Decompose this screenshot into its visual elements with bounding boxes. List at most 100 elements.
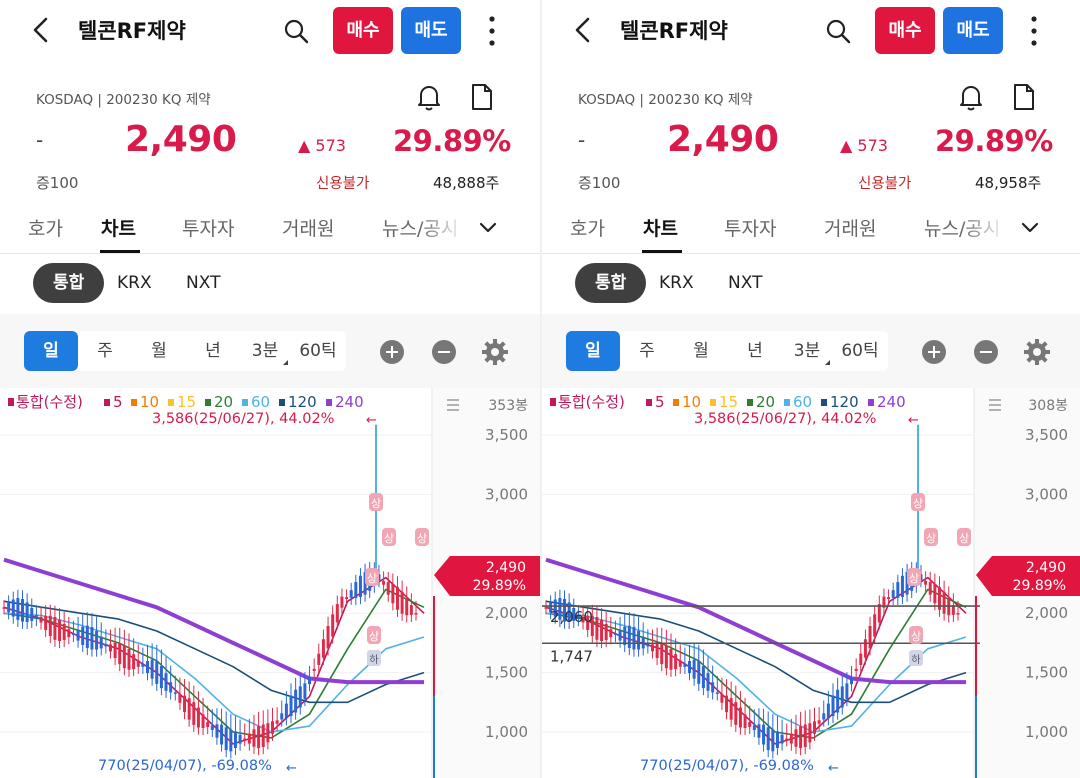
market-info: KOSDAQ | 200230 KQ 제약 [36, 92, 211, 108]
zoom-in-icon[interactable] [922, 340, 946, 364]
legend-main: 통합(수정) [16, 393, 83, 411]
period-month[interactable]: 월 [674, 331, 728, 371]
period-week[interactable]: 주 [620, 331, 674, 371]
zoom-out-icon[interactable] [432, 340, 456, 364]
exchange-krx[interactable]: KRX [659, 263, 694, 303]
candle-body [395, 587, 399, 610]
buy-button[interactable]: 매수 [875, 7, 935, 54]
candle-body [775, 731, 779, 748]
candle-body [326, 626, 330, 649]
prev-label: - [36, 128, 44, 152]
legend-swatch [104, 399, 110, 406]
exchange-combined[interactable]: 통합 [33, 263, 105, 303]
gear-icon[interactable] [481, 338, 509, 366]
document-icon[interactable] [1012, 83, 1036, 111]
tab-chart[interactable]: 차트 [643, 214, 678, 241]
candle-body [99, 636, 103, 649]
period-year[interactable]: 년 [728, 331, 782, 371]
candle-body [95, 630, 99, 650]
candle-body [604, 623, 608, 640]
candle-body [711, 682, 715, 693]
period-day[interactable]: 일 [566, 331, 620, 371]
price-change: ▲ 573 [298, 136, 346, 155]
tab-investor[interactable]: 투자자 [724, 214, 776, 241]
exchange-nxt[interactable]: NXT [186, 263, 220, 303]
sell-button[interactable]: 매도 [401, 7, 461, 54]
low-annotation: 770(25/04/07), -69.08% [640, 758, 814, 774]
bars-count: 353봉 [488, 398, 528, 414]
candle-body [595, 617, 599, 640]
bell-icon[interactable] [958, 83, 984, 111]
candle-body [766, 727, 770, 750]
candle-body [799, 726, 803, 749]
candle-body [692, 659, 696, 679]
candle-body [48, 615, 52, 637]
period-year[interactable]: 년 [186, 331, 240, 371]
candle-body [7, 602, 11, 613]
candle-body [146, 661, 150, 674]
legend-swatch [673, 399, 679, 406]
legend-swatch [868, 399, 874, 406]
period-day[interactable]: 일 [24, 331, 78, 371]
candle-body [275, 720, 279, 724]
price-chart[interactable]: 3,500 3,000 2,000 1,500 1,000 353봉 통합(수정) 5 10 15… [0, 388, 540, 778]
screen-left: 텔콘RF제약 매수 매도 KOSDAQ | 200230 KQ 제약 - 2,4… [0, 0, 540, 778]
more-options-icon[interactable] [1026, 14, 1042, 48]
search-icon[interactable] [824, 17, 852, 45]
zoom-out-icon[interactable] [974, 340, 998, 364]
zoom-in-icon[interactable] [380, 340, 404, 364]
search-icon[interactable] [282, 17, 310, 45]
candle-body [150, 659, 154, 679]
screen-right: 텔콘RF제약 매수 매도 KOSDAQ | 200230 KQ 제약 - 2,4… [542, 0, 1080, 778]
limit-up-label: 상 [926, 532, 936, 545]
document-icon[interactable] [470, 83, 494, 111]
tab-investor[interactable]: 투자자 [182, 214, 234, 241]
candle-body [210, 725, 214, 731]
candle-body [956, 613, 960, 615]
chevron-down-icon[interactable] [1020, 218, 1040, 238]
y-tick-label: 2,000 [1025, 604, 1068, 622]
tab-chart[interactable]: 차트 [101, 214, 136, 241]
candle-body [896, 582, 900, 598]
candle-body [335, 604, 339, 623]
period-month[interactable]: 월 [132, 331, 186, 371]
legend-ma-10: 10 [140, 393, 159, 411]
exchange-nxt[interactable]: NXT [728, 263, 762, 303]
period-3min[interactable]: 3분 [240, 331, 290, 371]
chevron-down-icon[interactable] [478, 218, 498, 238]
candle-body [289, 695, 293, 717]
candle-body [233, 731, 237, 748]
legend-swatch [242, 399, 248, 406]
candle-body [220, 724, 224, 745]
bell-icon[interactable] [416, 83, 442, 111]
period-60tick[interactable]: 60틱 [832, 331, 888, 371]
candle-body [76, 629, 80, 641]
tab-orderbook[interactable]: 호가 [28, 214, 63, 241]
exchange-combined[interactable]: 통합 [575, 263, 647, 303]
candle-body [58, 619, 62, 642]
candle-body [303, 683, 307, 699]
legend-ma-120: 120 [288, 393, 317, 411]
candle-body [822, 713, 826, 720]
candle-body [104, 643, 108, 647]
price-chart[interactable]: 3,500 3,000 2,000 1,500 1,000 308봉 통합(수정) 5 10 15… [542, 388, 1080, 778]
candle-body [136, 660, 140, 667]
candle-body [674, 654, 678, 670]
exchange-krx[interactable]: KRX [117, 263, 152, 303]
back-arrow-icon[interactable] [570, 16, 598, 44]
period-week[interactable]: 주 [78, 331, 132, 371]
period-3min[interactable]: 3분 [782, 331, 832, 371]
candle-body [317, 653, 321, 665]
sell-button[interactable]: 매도 [943, 7, 1003, 54]
candle-body [71, 633, 75, 635]
back-arrow-icon[interactable] [28, 16, 56, 44]
tab-orderbook[interactable]: 호가 [570, 214, 605, 241]
tab-broker[interactable]: 거래원 [282, 214, 334, 241]
tab-broker[interactable]: 거래원 [824, 214, 876, 241]
candle-body [2, 607, 6, 609]
period-60tick[interactable]: 60틱 [290, 331, 346, 371]
high-annotation: 3,586(25/06/27), 44.02% [152, 411, 334, 427]
buy-button[interactable]: 매수 [333, 7, 393, 54]
gear-icon[interactable] [1023, 338, 1051, 366]
more-options-icon[interactable] [484, 14, 500, 48]
